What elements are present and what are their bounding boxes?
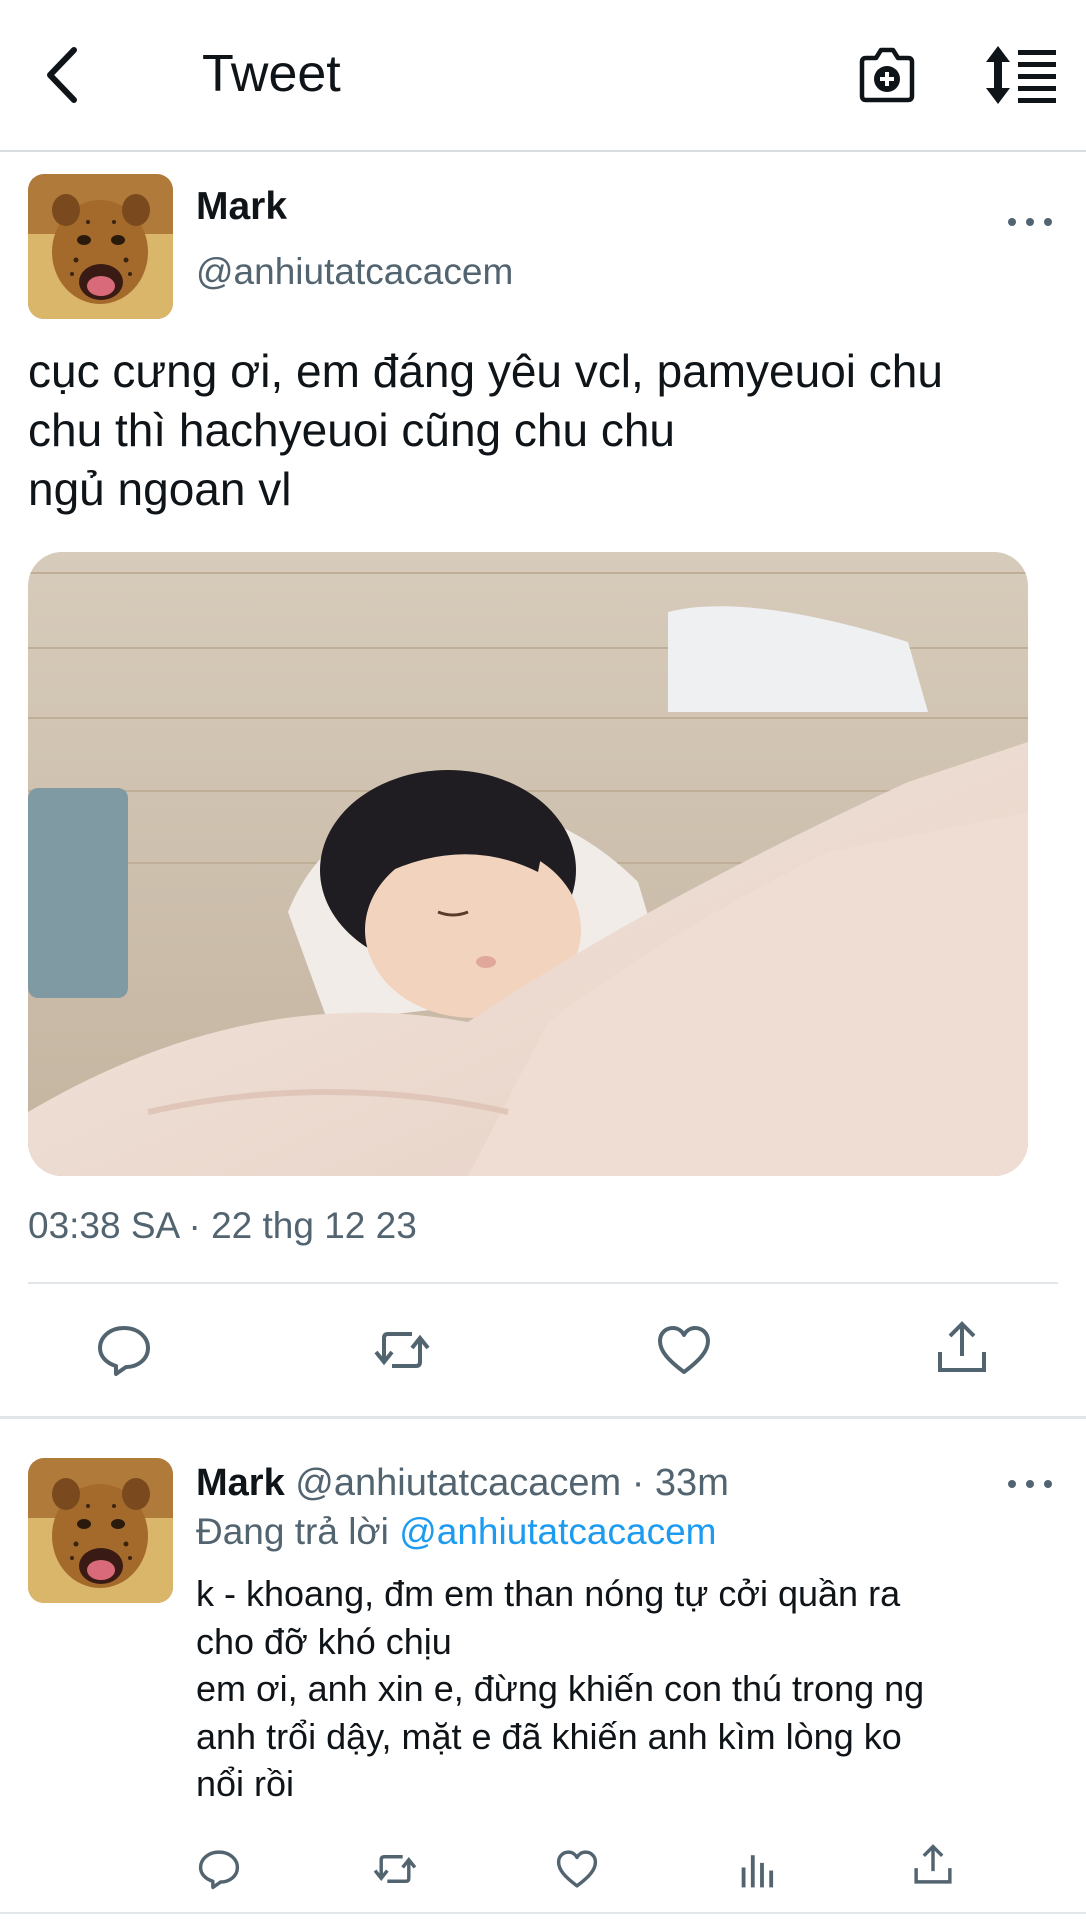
cheetah-avatar-image (28, 1458, 173, 1603)
share-icon[interactable] (932, 1318, 992, 1378)
author-name[interactable]: Mark (196, 184, 287, 230)
reply-icon[interactable] (94, 1320, 154, 1380)
replying-prefix: Đang trả lời (196, 1511, 400, 1552)
mention-link[interactable]: @anhiutatcacacem (399, 1511, 716, 1552)
more-options-icon[interactable] (1004, 212, 1056, 232)
divider (0, 1416, 1086, 1419)
camera-add-icon[interactable] (856, 44, 918, 106)
reply-header: Mark @anhiutatcacacem · 33m (196, 1460, 729, 1506)
cheetah-avatar-image (28, 174, 173, 319)
top-bar: Tweet (0, 0, 1086, 152)
page-title: Tweet (202, 45, 341, 103)
reply-icon[interactable] (196, 1846, 242, 1892)
like-icon[interactable] (554, 1846, 600, 1892)
avatar[interactable] (28, 1458, 173, 1603)
sort-list-icon[interactable] (984, 44, 1058, 106)
tweet-timestamp: 03:38 SA · 22 thg 12 23 (28, 1205, 417, 1246)
reply-time: 33m (654, 1462, 729, 1504)
reply-text: k - khoang, đm em than nóng tự cởi quần … (196, 1573, 925, 1804)
divider (0, 1912, 1086, 1914)
analytics-icon[interactable] (734, 1846, 780, 1892)
tweet-text: cục cưng ơi, em đáng yêu vcl, pamyeuoi c… (28, 345, 943, 515)
reply-author-handle[interactable]: @anhiutatcacacem (295, 1462, 621, 1504)
more-options-icon[interactable] (1004, 1474, 1056, 1494)
divider (28, 1282, 1058, 1284)
author-handle[interactable]: @anhiutatcacacem (196, 250, 513, 294)
tweet-photo[interactable] (28, 552, 1028, 1176)
retweet-icon[interactable] (372, 1846, 418, 1892)
avatar[interactable] (28, 174, 173, 319)
replying-to: Đang trả lời @anhiutatcacacem (196, 1510, 716, 1554)
reply-author-name[interactable]: Mark (196, 1462, 285, 1504)
retweet-icon[interactable] (372, 1320, 432, 1380)
sleeping-child-photo (28, 552, 1028, 1176)
separator-dot: · (621, 1462, 655, 1504)
like-icon[interactable] (654, 1320, 714, 1380)
share-icon[interactable] (910, 1842, 956, 1888)
back-arrow-icon[interactable] (38, 40, 98, 110)
